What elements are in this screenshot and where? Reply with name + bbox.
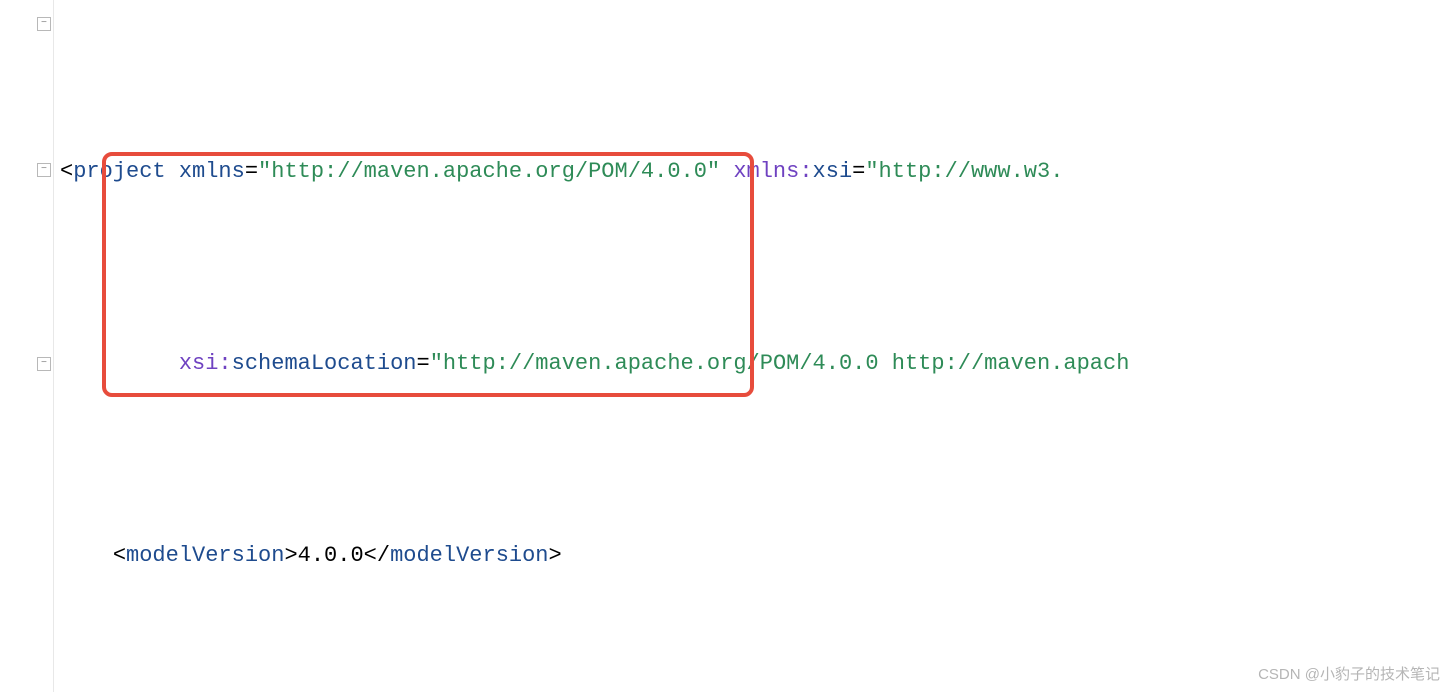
- fold-icon[interactable]: [37, 163, 51, 177]
- code-area[interactable]: <project xmlns="http://maven.apache.org/…: [54, 0, 1454, 692]
- code-line: <project xmlns="http://maven.apache.org/…: [60, 148, 1454, 196]
- gutter: [0, 0, 54, 692]
- fold-icon[interactable]: [37, 17, 51, 31]
- watermark: CSDN @小豹子的技术笔记: [1258, 663, 1440, 684]
- code-line: xsi:schemaLocation="http://maven.apache.…: [60, 340, 1454, 388]
- code-line: <modelVersion>4.0.0</modelVersion>: [60, 532, 1454, 580]
- fold-icon[interactable]: [37, 357, 51, 371]
- code-editor: <project xmlns="http://maven.apache.org/…: [0, 0, 1454, 692]
